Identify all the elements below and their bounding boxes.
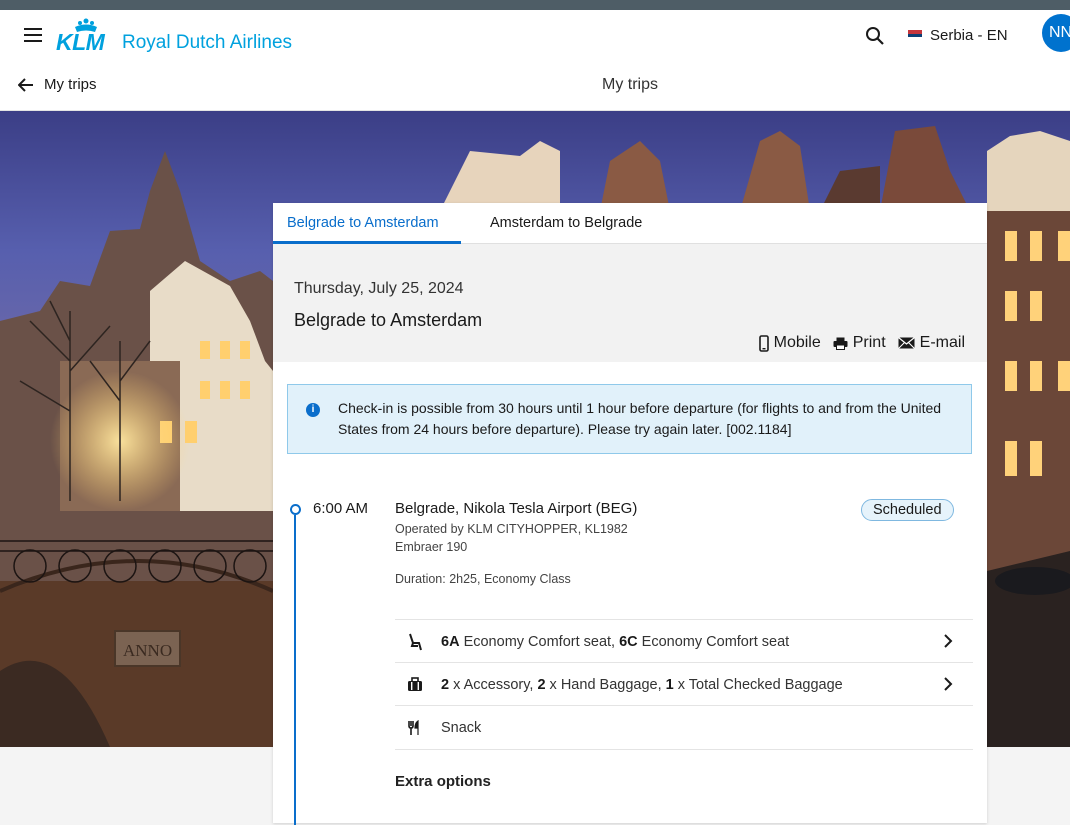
logo-mark: KLM (56, 18, 114, 56)
baggage-row[interactable]: 2 x Accessory, 2 x Hand Baggage, 1 x Tot… (395, 662, 973, 706)
meal-text: Snack (441, 719, 482, 736)
serbia-flag-icon (908, 30, 922, 42)
flight-route: Belgrade to Amsterdam (294, 310, 483, 330)
site-header: KLM Royal Dutch Airlines Serbia - EN NN (0, 10, 1070, 60)
aircraft-type: Embraer 190 (395, 540, 468, 554)
checkin-notice-text: Check-in is possible from 30 hours until… (338, 400, 942, 437)
country-label: Serbia - EN (930, 27, 1008, 44)
tab-belgrade-to-amsterdam[interactable]: Belgrade to Amsterdam (287, 215, 439, 231)
trip-tabs: Belgrade to Amsterdam Amsterdam to Belgr… (273, 203, 987, 244)
extra-options-heading: Extra options (395, 773, 491, 790)
meal-row: Snack (395, 705, 973, 750)
checkin-notice: i Check-in is possible from 30 hours unt… (287, 384, 972, 454)
timeline-departure-dot (290, 504, 301, 515)
chevron-right-icon (944, 634, 953, 648)
sub-navigation: My trips My trips (0, 60, 1070, 111)
flight-duration: Duration: 2h25, Economy Class (395, 572, 571, 586)
email-icon (897, 337, 915, 349)
baggage-text: 2 x Accessory, 2 x Hand Baggage, 1 x Tot… (441, 676, 843, 693)
email-button[interactable]: E-mail (897, 334, 965, 352)
klm-logo[interactable]: KLM Royal Dutch Airlines (56, 16, 292, 56)
timeline-line (294, 515, 296, 825)
operated-by: Operated by KLM CITYHOPPER, KL1982 (395, 522, 628, 536)
info-icon: i (306, 403, 320, 417)
seats-text: 6A Economy Comfort seat, 6C Economy Comf… (441, 633, 790, 650)
seats-row[interactable]: 6A Economy Comfort seat, 6C Economy Comf… (395, 619, 973, 663)
svg-text:ANNO: ANNO (123, 641, 172, 660)
avatar[interactable]: NN (1042, 14, 1070, 52)
country-language-selector[interactable]: Serbia - EN (908, 27, 1008, 44)
cutlery-icon (408, 719, 419, 735)
mobile-label: Mobile (773, 334, 821, 351)
logo-wordmark: KLM (56, 29, 105, 55)
top-strip (0, 0, 1070, 10)
trip-card: Belgrade to Amsterdam Amsterdam to Belgr… (273, 203, 987, 825)
chevron-right-icon (944, 677, 953, 691)
flight-date: Thursday, July 25, 2024 (294, 280, 464, 297)
menu-icon[interactable] (24, 28, 42, 42)
status-badge: Scheduled (861, 499, 954, 521)
mobile-button[interactable]: Mobile (758, 334, 821, 352)
departure-time: 6:00 AM (313, 500, 369, 517)
email-label: E-mail (919, 334, 965, 351)
baggage-icon (408, 677, 422, 691)
mobile-icon (758, 334, 769, 352)
seat-icon (409, 633, 422, 650)
page-title: My trips (602, 76, 658, 93)
print-button[interactable]: Print (833, 334, 886, 352)
tab-amsterdam-to-belgrade[interactable]: Amsterdam to Belgrade (490, 215, 642, 231)
print-icon (833, 337, 848, 350)
share-actions: Mobile Print E-mail (758, 334, 965, 352)
departure-airport: Belgrade, Nikola Tesla Airport (BEG) (395, 500, 638, 517)
flight-summary: Thursday, July 25, 2024 Belgrade to Amst… (273, 244, 987, 362)
search-icon[interactable] (865, 26, 885, 46)
logo-subtitle: Royal Dutch Airlines (122, 32, 293, 53)
print-label: Print (852, 334, 886, 351)
